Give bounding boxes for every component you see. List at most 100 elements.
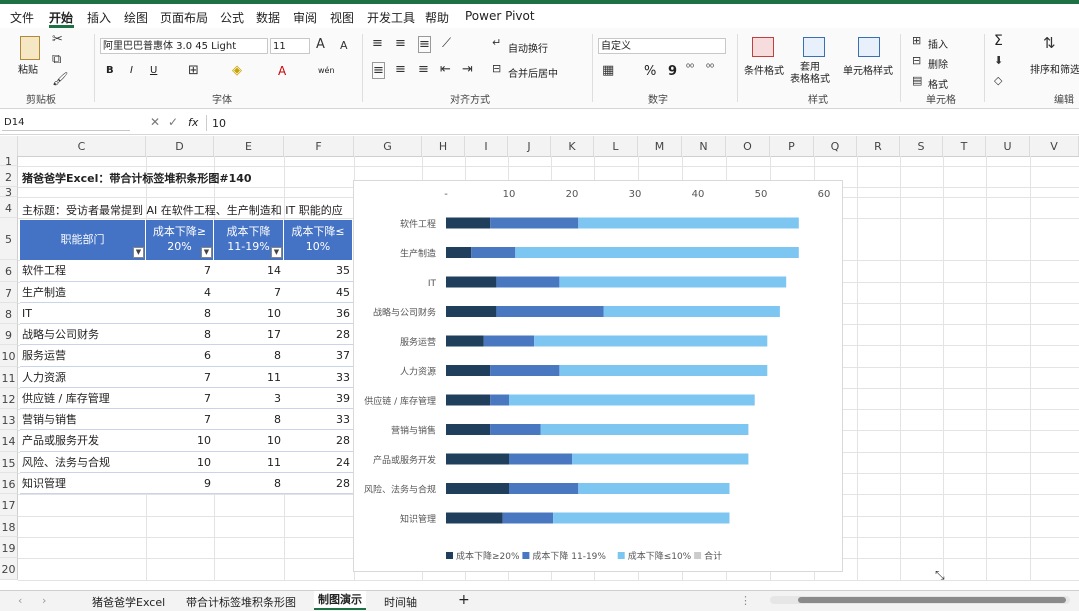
table-cell-dept[interactable]: 战略与公司财务 <box>20 324 146 345</box>
tab-sheet-1[interactable]: 猪爸爸学Excel <box>92 594 165 610</box>
table-cell-value[interactable]: 35 <box>284 260 353 282</box>
table-cell-value[interactable]: 10 <box>214 430 284 452</box>
col-header-h[interactable]: H <box>422 136 465 156</box>
table-cell-dept[interactable]: 人力资源 <box>20 367 146 388</box>
row-header[interactable]: 20 <box>0 558 18 580</box>
table-cell-dept[interactable]: 产品或服务开发 <box>20 430 146 452</box>
col-header-l[interactable]: L <box>594 136 638 156</box>
clear-icon[interactable]: ◇ <box>994 74 1002 87</box>
menu-home[interactable]: 开始 <box>49 9 73 26</box>
phonetic-button[interactable]: wén <box>318 66 335 75</box>
table-cell-dept[interactable]: 营销与销售 <box>20 409 146 430</box>
cut-icon[interactable]: ✂ <box>52 32 63 47</box>
col-header-i[interactable]: I <box>465 136 508 156</box>
orientation-icon[interactable]: ⟋ <box>442 36 451 51</box>
row-header[interactable]: 15 <box>0 452 18 473</box>
number-format-combo[interactable]: 自定义 <box>598 38 726 54</box>
table-cell-value[interactable]: 36 <box>284 303 353 324</box>
decrease-decimal-icon[interactable]: ⁰⁰ <box>706 63 714 74</box>
name-box[interactable]: D14 <box>2 115 130 131</box>
table-cell-value[interactable]: 24 <box>284 452 353 473</box>
row-header[interactable]: 14 <box>0 430 18 452</box>
tab-scroll-right-icon[interactable]: › <box>42 594 46 607</box>
percent-button[interactable]: % <box>644 64 656 79</box>
tab-sheet-4[interactable]: 时间轴 <box>384 594 417 610</box>
table-cell-dept[interactable]: IT <box>20 303 146 324</box>
align-bottom-icon[interactable]: ≡ <box>418 36 431 53</box>
row-header[interactable]: 11 <box>0 367 18 388</box>
table-cell-value[interactable]: 6 <box>146 345 214 367</box>
table-cell-value[interactable]: 7 <box>146 388 214 409</box>
table-cell-value[interactable]: 45 <box>284 282 353 303</box>
formula-input[interactable]: 10 <box>212 117 226 130</box>
sort-filter-button[interactable]: 排序和筛选 <box>1030 61 1079 76</box>
row-header[interactable]: 9 <box>0 324 18 345</box>
align-right-icon[interactable]: ≡ <box>418 62 429 77</box>
row-header[interactable]: 17 <box>0 494 18 516</box>
indent-decrease-icon[interactable]: ⇤ <box>440 62 451 77</box>
tab-scroll-left-icon[interactable]: ‹ <box>18 594 22 607</box>
underline-button[interactable]: U <box>150 65 157 76</box>
insert-cells-button[interactable]: 插入 <box>928 36 948 51</box>
format-cells-icon[interactable]: ▤ <box>912 74 922 87</box>
row-header[interactable]: 6 <box>0 260 18 282</box>
table-cell-dept[interactable]: 供应链 / 库存管理 <box>20 388 146 409</box>
menu-insert[interactable]: 插入 <box>87 9 111 26</box>
table-cell-value[interactable]: 39 <box>284 388 353 409</box>
menu-data[interactable]: 数据 <box>256 9 280 26</box>
col-header-o[interactable]: O <box>726 136 770 156</box>
table-cell-dept[interactable]: 知识管理 <box>20 473 146 494</box>
col-header-q[interactable]: Q <box>814 136 857 156</box>
menu-help[interactable]: 帮助 <box>425 9 449 26</box>
table-cell-value[interactable]: 4 <box>146 282 214 303</box>
cell-styles-icon[interactable] <box>858 37 880 57</box>
filter-button-b[interactable]: ▼ <box>271 247 282 258</box>
font-size-combo[interactable]: 11 <box>270 38 310 54</box>
align-middle-icon[interactable]: ≡ <box>395 36 406 51</box>
row-header[interactable]: 19 <box>0 537 18 558</box>
row-header[interactable]: 5 <box>0 218 18 260</box>
menu-page-layout[interactable]: 页面布局 <box>160 9 208 26</box>
table-cell-dept[interactable]: 风险、法务与合规 <box>20 452 146 473</box>
col-header-f[interactable]: F <box>284 136 354 156</box>
format-cells-button[interactable]: 格式 <box>928 76 948 91</box>
menu-power-pivot[interactable]: Power Pivot <box>465 9 535 23</box>
font-color-button[interactable]: A <box>278 64 286 78</box>
col-header-c[interactable]: C <box>18 136 146 156</box>
tab-more-icon[interactable]: ⋮ <box>740 594 751 607</box>
sort-filter-icon[interactable]: ⇅ <box>1043 34 1056 52</box>
fill-icon[interactable]: ⬇ <box>994 54 1003 67</box>
col-header-d[interactable]: D <box>146 136 214 156</box>
copy-icon[interactable]: ⧉ <box>52 52 61 67</box>
fill-color-icon[interactable]: ◈ <box>232 63 242 78</box>
row-header[interactable]: 13 <box>0 409 18 430</box>
select-all-corner[interactable] <box>0 136 18 156</box>
menu-view[interactable]: 视图 <box>330 9 354 26</box>
table-cell-dept[interactable]: 软件工程 <box>20 260 146 282</box>
indent-increase-icon[interactable]: ⇥ <box>462 62 473 77</box>
table-cell-value[interactable]: 28 <box>284 473 353 494</box>
row-header[interactable]: 16 <box>0 473 18 494</box>
col-header-j[interactable]: J <box>508 136 551 156</box>
wrap-text-icon[interactable]: ↵ <box>492 36 501 49</box>
insert-function-button[interactable]: fx <box>188 116 198 129</box>
paste-icon[interactable] <box>20 36 40 60</box>
font-grow-icon[interactable]: A <box>316 37 325 52</box>
table-cell-value[interactable]: 3 <box>214 388 284 409</box>
row-header[interactable]: 1 <box>0 156 18 168</box>
table-cell-value[interactable]: 10 <box>146 452 214 473</box>
currency-icon[interactable]: ▦ <box>602 63 614 78</box>
font-name-combo[interactable]: 阿里巴巴普惠体 3.0 45 Light <box>100 38 268 54</box>
table-cell-value[interactable]: 8 <box>146 303 214 324</box>
stacked-bar-chart[interactable]: - 10 20 30 40 50 60 软件工程 生产制造 IT 战略与公司财务 服务运营 人力资源 供应… <box>353 180 843 572</box>
increase-decimal-icon[interactable]: ⁰⁰ <box>686 63 694 74</box>
table-cell-value[interactable]: 14 <box>214 260 284 282</box>
insert-cells-icon[interactable]: ⊞ <box>912 34 921 47</box>
confirm-icon[interactable]: ✓ <box>168 115 178 129</box>
merge-center-button[interactable]: 合并后居中 <box>508 65 558 80</box>
cancel-icon[interactable]: ✕ <box>150 115 160 129</box>
table-cell-value[interactable]: 33 <box>284 367 353 388</box>
row-header[interactable]: 12 <box>0 388 18 409</box>
table-cell-value[interactable]: 37 <box>284 345 353 367</box>
bold-button[interactable]: B <box>106 65 114 76</box>
